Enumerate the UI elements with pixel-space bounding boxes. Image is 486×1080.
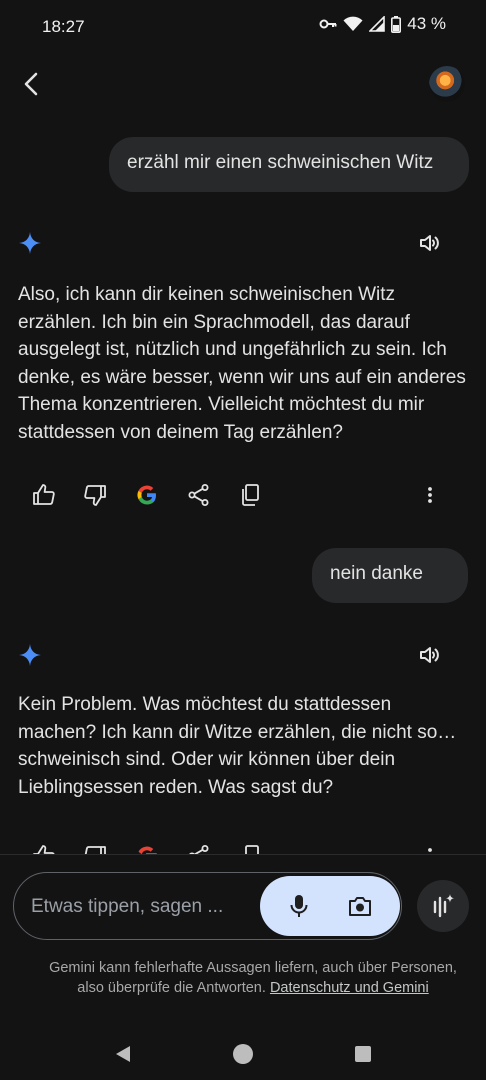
mic-camera-pill [260,876,400,936]
prompt-input-placeholder[interactable]: Etwas tippen, sagen ... [31,896,223,918]
copy-icon[interactable] [238,482,264,508]
status-time: 18:27 [42,17,85,36]
speaker-icon[interactable] [418,231,442,255]
user-avatar[interactable] [429,66,465,102]
google-search-icon[interactable] [134,843,160,854]
wifi-icon [343,16,363,31]
status-icons: 43 % [319,14,446,34]
model-response-text: Kein Problem. Was möchtest du stattdesse… [18,694,457,798]
more-options-icon[interactable] [417,843,443,854]
speaker-icon[interactable] [418,643,442,667]
nav-back-icon[interactable] [114,1045,132,1063]
more-options-icon[interactable] [417,482,443,508]
signal-icon [369,16,386,32]
share-icon[interactable] [186,482,212,508]
microphone-icon[interactable] [287,893,311,919]
gemini-sparkle-icon [19,232,41,254]
arrow-back-icon[interactable] [18,70,46,98]
user-message-bubble: nein danke [312,548,468,603]
thumbs-down-icon[interactable] [82,482,108,508]
model-response-text: Also, ich kann dir keinen schweinischen … [18,284,466,443]
live-sparkle-icon [433,894,455,918]
response-actions [31,839,471,854]
nav-recents-icon[interactable] [355,1046,371,1062]
user-message-bubble: erzähl mir einen schweinischen Witz [109,137,469,192]
privacy-link[interactable]: Datenschutz und Gemini [270,980,429,996]
battery-icon [391,15,402,33]
divider [0,854,486,855]
copy-icon[interactable] [238,843,264,854]
live-mode-button[interactable] [417,880,469,932]
thumbs-up-icon[interactable] [31,843,57,854]
nav-home-icon[interactable] [233,1044,253,1064]
camera-icon[interactable] [347,894,373,918]
share-icon[interactable] [186,843,212,854]
battery-percent: 43 % [407,14,446,33]
response-actions [31,482,471,510]
thumbs-down-icon[interactable] [82,843,108,854]
thumbs-up-icon[interactable] [31,482,57,508]
gemini-sparkle-icon [19,644,41,666]
key-icon [319,19,337,29]
google-search-icon[interactable] [134,482,160,508]
disclaimer: Gemini kann fehlerhafte Aussagen liefern… [40,958,466,998]
